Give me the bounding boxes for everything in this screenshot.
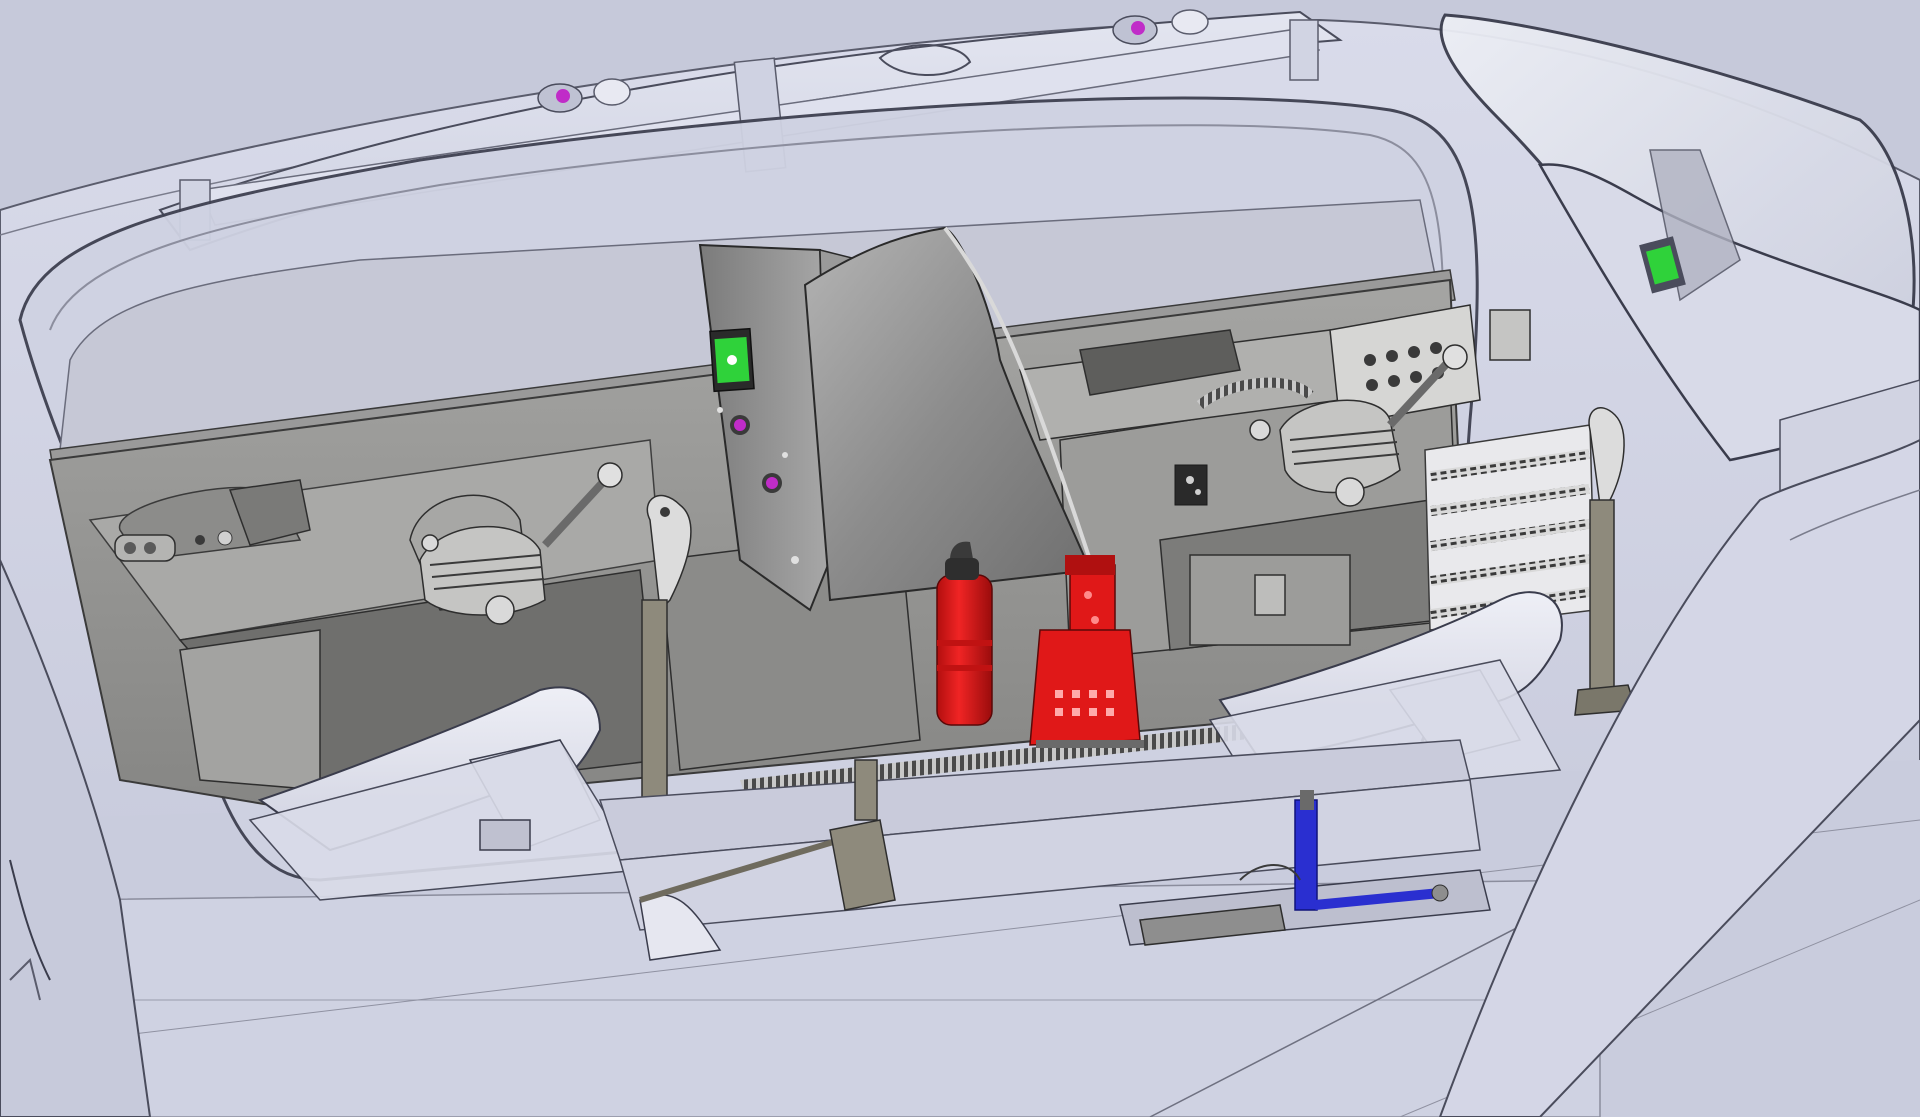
knob-icon — [762, 473, 782, 493]
knob-icon — [730, 415, 750, 435]
cad-viewport[interactable] — [0, 0, 1920, 1117]
cockpit-cad-render — [0, 0, 1920, 1117]
display-screen-icon — [709, 327, 755, 393]
